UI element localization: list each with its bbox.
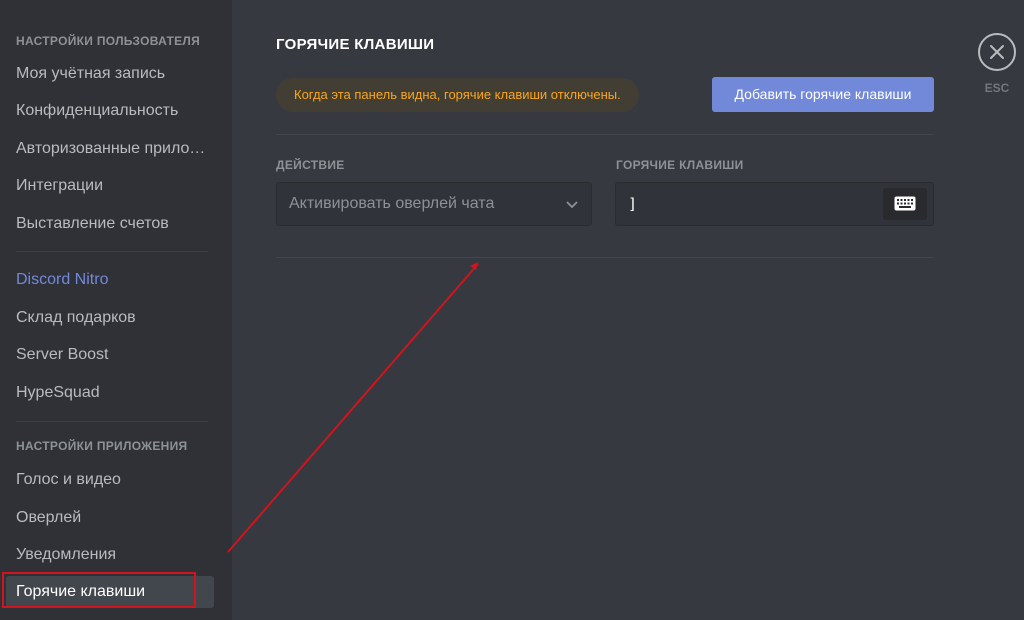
action-label: ДЕЙСТВИЕ (276, 158, 345, 172)
keybind-value: ] (628, 195, 638, 213)
sidebar-item-discord-nitro[interactable]: Discord Nitro (6, 264, 214, 296)
sidebar-item-billing[interactable]: Выставление счетов (6, 208, 214, 240)
keybind-label: ГОРЯЧИЕ КЛАВИШИ (616, 158, 744, 172)
sidebar-item-authorized-apps[interactable]: Авторизованные приложения (6, 133, 214, 165)
sidebar-divider (16, 251, 208, 252)
sidebar-item-notifications[interactable]: Уведомления (6, 539, 214, 571)
sidebar-item-integrations[interactable]: Интеграции (6, 170, 214, 202)
sidebar-item-overlay[interactable]: Оверлей (6, 502, 214, 534)
keybind-input[interactable]: ] (615, 182, 934, 226)
sidebar-item-my-account[interactable]: Моя учётная запись (6, 58, 214, 90)
page-title: ГОРЯЧИЕ КЛАВИШИ (276, 36, 435, 53)
keyboard-icon (894, 196, 916, 211)
app-settings-header: НАСТРОЙКИ ПРИЛОЖЕНИЯ (16, 439, 188, 453)
sidebar-item-privacy[interactable]: Конфиденциальность (6, 95, 214, 127)
sidebar-item-voice-video[interactable]: Голос и видео (6, 464, 214, 496)
keybinds-panel: ГОРЯЧИЕ КЛАВИШИ Когда эта панель видна, … (232, 0, 1024, 620)
sidebar-item-hypesquad[interactable]: HypeSquad (6, 377, 214, 409)
sidebar-item-gift-inventory[interactable]: Склад подарков (6, 302, 214, 334)
section-divider (276, 134, 934, 135)
user-settings-header: НАСТРОЙКИ ПОЛЬЗОВАТЕЛЯ (16, 34, 201, 48)
close-icon (990, 45, 1004, 59)
action-select-value: Активировать оверлей чата (289, 195, 495, 212)
annotation-highlight-box (2, 572, 196, 608)
record-keybind-button[interactable] (883, 188, 927, 220)
add-keybind-button[interactable]: Добавить горячие клавиши (712, 77, 934, 112)
row-divider (276, 257, 934, 258)
settings-sidebar: НАСТРОЙКИ ПОЛЬЗОВАТЕЛЯ Моя учётная запис… (0, 0, 232, 620)
close-button[interactable] (978, 33, 1016, 71)
chevron-down-icon (565, 197, 579, 216)
sidebar-divider (16, 421, 208, 422)
action-select[interactable]: Активировать оверлей чата (276, 182, 592, 226)
sidebar-item-server-boost[interactable]: Server Boost (6, 339, 214, 371)
keybinds-disabled-notice: Когда эта панель видна, горячие клавиши … (276, 78, 639, 112)
esc-label: ESC (984, 81, 1010, 95)
